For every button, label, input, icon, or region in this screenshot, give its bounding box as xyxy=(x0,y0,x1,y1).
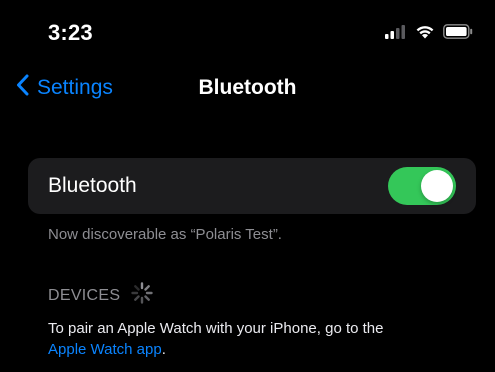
page-title: Bluetooth xyxy=(198,76,297,99)
devices-header-label: DEVICES xyxy=(48,286,121,304)
apple-watch-info: To pair an Apple Watch with your iPhone,… xyxy=(48,318,478,360)
apple-watch-app-link[interactable]: Apple Watch app xyxy=(48,341,162,358)
status-time: 3:23 xyxy=(48,20,93,45)
bluetooth-row-label: Bluetooth xyxy=(48,174,137,197)
toggle-knob xyxy=(421,170,453,202)
nav-bar: Settings Bluetooth xyxy=(0,62,495,112)
apple-watch-info-suffix: . xyxy=(161,341,166,358)
battery-icon xyxy=(443,24,473,44)
status-bar: 3:23 xyxy=(0,0,495,60)
bluetooth-toggle[interactable] xyxy=(388,167,456,205)
devices-section-header: DEVICES xyxy=(48,281,154,310)
wifi-icon xyxy=(415,24,435,44)
bluetooth-settings-group: Bluetooth xyxy=(28,158,476,214)
cellular-signal-icon xyxy=(385,24,407,44)
loading-spinner-icon xyxy=(130,281,154,310)
discoverable-text: Now discoverable as “Polaris Test”. xyxy=(48,226,282,243)
status-icons xyxy=(385,24,473,44)
apple-watch-info-text: To pair an Apple Watch with your iPhone,… xyxy=(48,320,384,337)
